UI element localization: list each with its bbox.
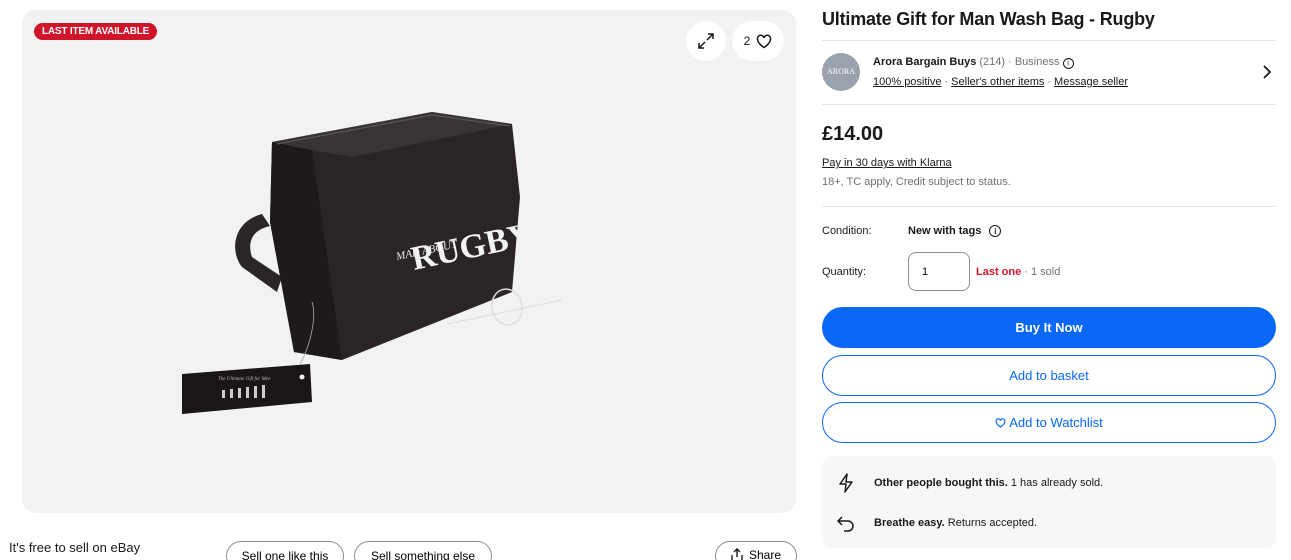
add-to-watchlist-label: Add to Watchlist bbox=[1009, 415, 1103, 430]
condition-label: Condition: bbox=[822, 225, 872, 237]
item-price: £14.00 bbox=[822, 123, 884, 145]
seller-card[interactable]: ARORA Arora Bargain Buys (214) · Busines… bbox=[822, 52, 1276, 94]
info-box: Other people bought this. 1 has already … bbox=[822, 456, 1276, 548]
divider bbox=[822, 206, 1276, 207]
expand-icon bbox=[698, 33, 714, 49]
share-label: Share bbox=[748, 548, 782, 560]
sell-one-like-this-button[interactable]: Sell one like this bbox=[226, 541, 344, 560]
item-title: Ultimate Gift for Man Wash Bag - Rugby bbox=[822, 9, 1155, 29]
heart-icon bbox=[995, 417, 1006, 428]
expand-button[interactable] bbox=[686, 21, 726, 61]
quantity-status: Last one · 1 sold bbox=[976, 266, 1060, 278]
seller-logo: ARORA bbox=[822, 53, 860, 91]
buy-it-now-button[interactable]: Buy It Now bbox=[822, 307, 1276, 348]
seller-feedback-count: (214) bbox=[979, 56, 1006, 68]
return-arrow-icon bbox=[836, 516, 854, 532]
share-icon bbox=[731, 548, 743, 560]
quantity-input[interactable] bbox=[908, 252, 970, 291]
watch-count-button[interactable]: 2 bbox=[732, 21, 784, 61]
chevron-right-icon[interactable] bbox=[1262, 65, 1272, 79]
divider bbox=[822, 40, 1276, 41]
heart-icon bbox=[757, 33, 772, 48]
info-icon[interactable]: i bbox=[1062, 58, 1074, 69]
sold-count: · 1 sold bbox=[1021, 266, 1061, 278]
seller-type: · Business bbox=[1008, 56, 1060, 68]
lightning-icon bbox=[839, 473, 853, 493]
watch-count: 2 bbox=[743, 34, 751, 48]
info-row1-bold: Other people bought this. bbox=[874, 477, 1008, 489]
info-row2-text: Returns accepted. bbox=[944, 517, 1038, 529]
last-one-text: Last one bbox=[976, 266, 1022, 278]
last-item-badge: LAST ITEM AVAILABLE bbox=[34, 23, 158, 40]
share-button[interactable]: Share bbox=[715, 541, 797, 560]
sell-something-else-button[interactable]: Sell something else bbox=[354, 541, 492, 560]
info-row-returns: Breathe easy. Returns accepted. bbox=[836, 514, 1037, 532]
condition-value-row: New with tags i bbox=[908, 225, 1002, 237]
add-to-basket-button[interactable]: Add to basket bbox=[822, 355, 1276, 396]
info-row2-bold: Breathe easy. bbox=[874, 517, 945, 529]
product-image: MAD ABOUT RUGBY The Ultimate Gift for Me… bbox=[182, 112, 562, 414]
svg-text:The Ultimate Gift for Men: The Ultimate Gift for Men bbox=[218, 377, 271, 382]
seller-other-items-link[interactable]: Seller's other items bbox=[951, 76, 1044, 88]
add-to-watchlist-button[interactable]: Add to Watchlist bbox=[822, 402, 1276, 443]
klarna-link[interactable]: Pay in 30 days with Klarna bbox=[822, 157, 952, 169]
condition-value: New with tags bbox=[908, 225, 982, 237]
seller-name-row: Arora Bargain Buys (214) · Business i bbox=[873, 56, 1074, 69]
image-gallery[interactable]: LAST ITEM AVAILABLE 2 MAD ABOUT RUGBY Th… bbox=[22, 10, 796, 513]
message-seller-link[interactable]: Message seller bbox=[1054, 76, 1128, 88]
info-icon[interactable]: i bbox=[989, 225, 1002, 237]
free-to-sell-text: It's free to sell on eBay bbox=[9, 540, 141, 555]
positive-feedback-link[interactable]: 100% positive bbox=[873, 76, 942, 88]
seller-name[interactable]: Arora Bargain Buys bbox=[873, 56, 976, 68]
seller-links: 100% positive · Seller's other items · Messa… bbox=[873, 76, 1129, 88]
info-row1-text: 1 has already sold. bbox=[1007, 477, 1104, 489]
divider bbox=[822, 104, 1276, 105]
info-row-sold: Other people bought this. 1 has already … bbox=[836, 472, 1103, 494]
credit-note: 18+, TC apply, Credit subject to status. bbox=[822, 176, 1011, 188]
quantity-label: Quantity: bbox=[822, 266, 867, 278]
